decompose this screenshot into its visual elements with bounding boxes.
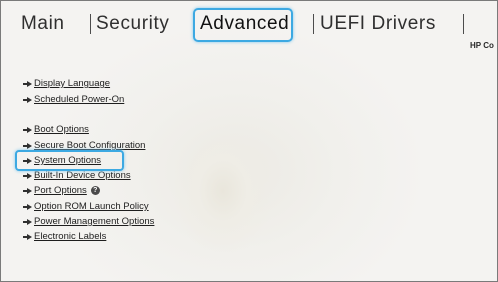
option-power-management-options[interactable]: Power Management Options xyxy=(21,216,154,227)
option-display-language[interactable]: Display Language xyxy=(21,78,110,89)
option-label: Electronic Labels xyxy=(34,231,107,242)
arrow-right-icon xyxy=(23,203,32,210)
arrow-right-icon xyxy=(23,142,32,149)
option-built-in-device-options[interactable]: Built-In Device Options xyxy=(21,170,131,181)
option-label: Port Options xyxy=(34,185,87,196)
arrow-right-icon xyxy=(23,218,32,225)
arrow-right-icon xyxy=(23,80,32,87)
menu-bar: Main Security Advanced UEFI Drivers xyxy=(1,1,497,42)
option-label: Display Language xyxy=(34,78,111,89)
tab-separator xyxy=(463,14,464,34)
tab-main[interactable]: Main xyxy=(21,13,65,35)
help-icon[interactable]: ? xyxy=(90,186,100,195)
arrow-right-icon xyxy=(23,126,32,133)
option-port-options[interactable]: Port Options ? xyxy=(21,185,100,196)
arrow-right-icon xyxy=(23,96,32,103)
option-label: Built-In Device Options xyxy=(34,170,131,181)
arrow-right-icon xyxy=(23,233,32,240)
option-scheduled-power-on[interactable]: Scheduled Power-On xyxy=(21,94,124,105)
option-label: Scheduled Power-On xyxy=(34,94,125,105)
option-label: Boot Options xyxy=(34,124,89,135)
option-label: Option ROM Launch Policy xyxy=(34,201,149,212)
option-rom-launch-policy[interactable]: Option ROM Launch Policy xyxy=(21,201,149,212)
tab-separator xyxy=(313,14,314,34)
option-label: Power Management Options xyxy=(34,216,155,227)
bios-screen: Main Security Advanced UEFI Drivers HP C… xyxy=(0,0,498,282)
advanced-tab-highlight xyxy=(193,8,293,42)
brand-label: HP Co xyxy=(470,41,494,50)
arrow-right-icon xyxy=(23,187,32,194)
system-options-highlight xyxy=(15,150,124,171)
tab-security[interactable]: Security xyxy=(96,13,169,35)
option-boot-options[interactable]: Boot Options xyxy=(21,124,89,135)
option-electronic-labels[interactable]: Electronic Labels xyxy=(21,231,106,242)
tab-uefi-drivers[interactable]: UEFI Drivers xyxy=(320,13,436,35)
arrow-right-icon xyxy=(23,172,32,179)
tab-separator xyxy=(90,14,91,34)
